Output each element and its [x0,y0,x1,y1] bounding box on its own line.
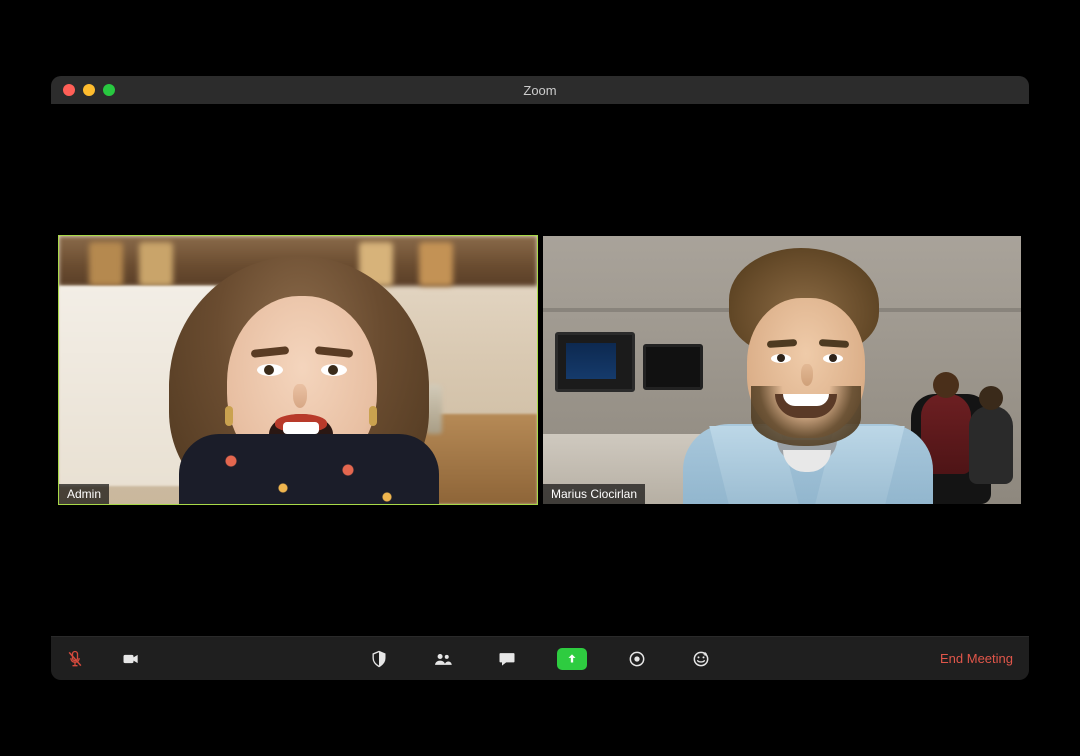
window-controls [51,84,115,96]
microphone-muted-icon [65,649,85,669]
shield-icon [369,649,389,669]
chat-button[interactable] [493,645,521,673]
share-arrow-up-icon [565,652,579,666]
video-camera-icon [121,649,141,669]
participants-button[interactable] [429,645,457,673]
chat-icon [497,649,517,669]
participant-tile-admin[interactable]: Admin [59,236,537,504]
maximize-window-button[interactable] [103,84,115,96]
titlebar: Zoom [51,76,1029,104]
zoom-window: Zoom Admin [51,76,1029,680]
participants-icon [433,649,453,669]
minimize-window-button[interactable] [83,84,95,96]
end-meeting-button[interactable]: End Meeting [934,647,1019,670]
meeting-toolbar: End Meeting [51,636,1029,680]
video-button[interactable] [117,645,145,673]
record-icon [627,649,647,669]
video-grid: Admin M [51,104,1029,636]
record-button[interactable] [623,645,651,673]
smiley-icon [691,649,711,669]
participant-video [543,236,1021,504]
mute-button[interactable] [61,645,89,673]
participant-video [59,236,537,504]
reactions-button[interactable] [687,645,715,673]
participant-name-label: Admin [59,484,109,504]
security-button[interactable] [365,645,393,673]
close-window-button[interactable] [63,84,75,96]
window-title: Zoom [523,83,556,98]
participant-tile-marius[interactable]: Marius Ciocirlan [543,236,1021,504]
participant-name-label: Marius Ciocirlan [543,484,645,504]
share-screen-button[interactable] [557,648,587,670]
